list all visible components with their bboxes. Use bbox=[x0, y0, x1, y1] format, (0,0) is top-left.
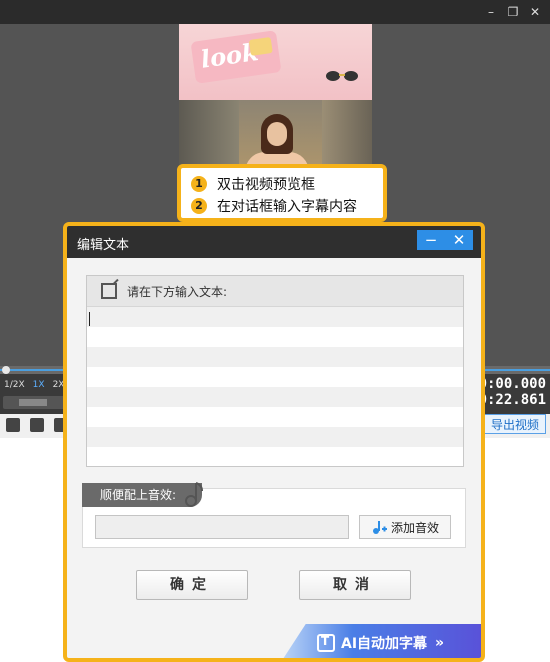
stamp-graphic bbox=[248, 36, 273, 56]
ok-button[interactable]: 确定 bbox=[136, 570, 248, 600]
speed-normal[interactable]: 1X bbox=[33, 380, 45, 390]
text-line[interactable] bbox=[87, 307, 463, 327]
add-audio-button[interactable]: 添加音效 bbox=[359, 515, 451, 539]
add-music-icon bbox=[372, 521, 387, 534]
dialog-titlebar: 编辑文本 − ✕ bbox=[67, 226, 481, 258]
restore-window-icon[interactable]: ❐ bbox=[504, 3, 522, 21]
speed-half[interactable]: 1/2X bbox=[4, 380, 25, 390]
progress-handle[interactable] bbox=[2, 366, 10, 374]
minimize-icon[interactable]: − bbox=[417, 230, 445, 250]
text-line[interactable] bbox=[87, 387, 463, 407]
dialog-title: 编辑文本 bbox=[77, 238, 130, 253]
text-line[interactable] bbox=[87, 347, 463, 367]
input-hint: 请在下方输入文本: bbox=[127, 284, 228, 299]
text-line[interactable] bbox=[87, 327, 463, 347]
text-line[interactable] bbox=[87, 447, 463, 466]
sunglasses-graphic bbox=[326, 71, 358, 81]
close-window-icon[interactable]: ✕ bbox=[526, 3, 544, 21]
step-2-badge: 2 bbox=[191, 198, 207, 214]
folder-icon[interactable] bbox=[30, 418, 44, 432]
main-titlebar: – ❐ ✕ bbox=[0, 0, 550, 24]
audio-file-input[interactable] bbox=[95, 515, 349, 539]
chevron-right-icon: » bbox=[435, 635, 445, 651]
text-input-panel: 请在下方输入文本: bbox=[86, 275, 464, 467]
dialog-controls: − ✕ bbox=[417, 230, 473, 250]
transport-bar bbox=[19, 399, 47, 406]
speed-selector: 1/2X 1X 2X bbox=[4, 380, 64, 390]
tip-step-2: 2 在对话框输入字幕内容 bbox=[191, 196, 357, 216]
text-input-header: 请在下方输入文本: bbox=[87, 276, 463, 307]
tip-step-2-text: 在对话框输入字幕内容 bbox=[217, 199, 357, 215]
minimize-window-icon[interactable]: – bbox=[482, 3, 500, 21]
export-video-button[interactable]: 导出视频 bbox=[484, 414, 546, 434]
person-face bbox=[267, 122, 287, 146]
instruction-tip: 1 双击视频预览框 2 在对话框输入字幕内容 bbox=[177, 164, 387, 222]
text-line[interactable] bbox=[87, 407, 463, 427]
ai-subtitle-label: AI自动加字幕 bbox=[341, 636, 428, 652]
close-icon[interactable]: ✕ bbox=[445, 230, 473, 250]
edit-text-dialog: 编辑文本 − ✕ 请在下方输入文本: 顺便配上音效: 添加音效 确定 取消 T … bbox=[63, 222, 485, 662]
edit-icon bbox=[101, 283, 117, 299]
text-input-area[interactable] bbox=[87, 307, 463, 466]
ai-text-icon bbox=[317, 634, 335, 652]
step-1-badge: 1 bbox=[191, 176, 207, 192]
tip-step-1: 1 双击视频预览框 bbox=[191, 174, 315, 194]
transport-controls[interactable] bbox=[3, 396, 65, 409]
text-line[interactable] bbox=[87, 427, 463, 447]
tip-step-1-text: 双击视频预览框 bbox=[217, 177, 315, 193]
ai-subtitle-button[interactable]: AI自动加字幕 » bbox=[281, 624, 481, 658]
text-line[interactable] bbox=[87, 367, 463, 387]
add-audio-label: 添加音效 bbox=[390, 520, 439, 535]
text-tool-icon[interactable] bbox=[6, 418, 20, 432]
window-controls: – ❐ ✕ bbox=[482, 3, 544, 21]
cancel-button[interactable]: 取消 bbox=[299, 570, 411, 600]
text-caret bbox=[89, 312, 90, 326]
video-top-graphic: look bbox=[179, 24, 372, 100]
look-sticker: look bbox=[190, 30, 282, 84]
music-note-icon bbox=[185, 482, 203, 507]
